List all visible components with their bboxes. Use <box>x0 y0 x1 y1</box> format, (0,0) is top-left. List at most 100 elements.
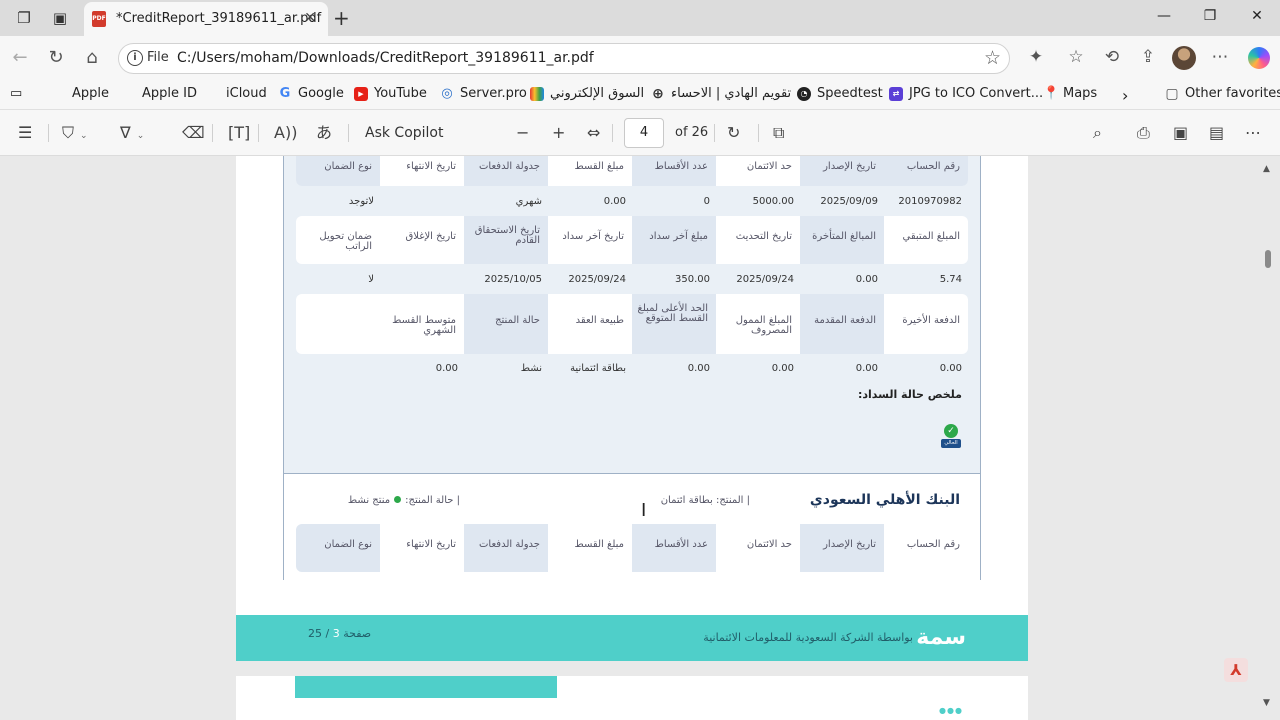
chevron-down-icon[interactable]: ⌄ <box>80 131 88 141</box>
value-cell: 0.00 <box>771 363 794 374</box>
address-input[interactable]: i File C:/Users/moham/Downloads/CreditRe… <box>118 43 1010 74</box>
value-cell: 2025/10/05 <box>484 274 542 285</box>
header-cell: الدفعة الأخيرة <box>902 315 960 326</box>
history-icon[interactable]: ⟲ <box>1100 47 1124 67</box>
minimize-icon[interactable]: — <box>1152 8 1176 24</box>
save-as-icon[interactable]: ▤ <box>1209 124 1224 142</box>
header-row-1: رقم الحساب تاريخ الإصدار حد الائتمان عدد… <box>296 156 968 186</box>
favorite-serverpro[interactable]: ◎ Server.pro <box>440 86 527 101</box>
favorites-icon[interactable]: ☆ <box>1064 47 1088 67</box>
favorite-apple[interactable]: Apple <box>52 86 109 101</box>
header-cell: تاريخ الانتهاء <box>406 161 456 172</box>
favorite-speedtest[interactable]: ◔ Speedtest <box>797 86 883 101</box>
contents-icon[interactable]: ☰ <box>18 124 32 142</box>
zoom-in-icon[interactable]: + <box>552 124 565 142</box>
header-row-3: الدفعة الأخيرة الدفعة المقدمة المبلغ الم… <box>296 294 968 354</box>
share-icon[interactable]: ⇪ <box>1136 47 1160 67</box>
zoom-out-icon[interactable]: − <box>516 124 529 142</box>
favorite-maps[interactable]: 📍 Maps <box>1043 86 1097 101</box>
fit-page-icon[interactable]: ⇔ <box>587 124 600 142</box>
favorites-toggle-icon[interactable]: ▭ <box>10 86 22 101</box>
value-cell: 350.00 <box>675 274 710 285</box>
header-cell: جدولة الدفعات <box>464 156 548 186</box>
close-window-icon[interactable]: ✕ <box>1245 8 1269 24</box>
header-cell: الدفعة المقدمة <box>800 294 884 354</box>
extensions-icon[interactable]: ✦ <box>1024 47 1048 67</box>
tab-actions-icon[interactable]: ▣ <box>50 8 70 28</box>
acrobat-icon[interactable]: ⅄ <box>1224 658 1248 682</box>
apple-icon <box>122 87 136 101</box>
favorite-icloud[interactable]: iCloud <box>206 86 267 101</box>
favorite-other[interactable]: ▢ Other favorites <box>1165 86 1280 101</box>
tab-active[interactable]: PDF *CreditReport_39189611_ar.pdf ✕ <box>84 2 328 36</box>
header-cell: حد الائتمان <box>746 161 792 172</box>
header-cell: نوع الضمان <box>296 524 380 572</box>
value-cell: بطاقة ائتمانية <box>570 363 626 374</box>
read-aloud-icon[interactable]: A)) <box>274 124 297 142</box>
value-cell: نشط <box>520 363 542 374</box>
address-url[interactable]: C:/Users/moham/Downloads/CreditReport_39… <box>177 50 594 66</box>
rotate-icon[interactable]: ↻ <box>727 124 740 142</box>
copilot-icon[interactable] <box>1248 47 1270 69</box>
status-tag: الحالي <box>941 439 961 448</box>
header-row-4: رقم الحساب تاريخ الإصدار حد الائتمان عدد… <box>296 524 968 572</box>
scroll-up-icon[interactable]: ▲ <box>1263 164 1270 174</box>
refresh-icon[interactable]: ↻ <box>44 48 68 68</box>
page-view-icon[interactable]: ⧉ <box>773 124 784 142</box>
pdf-viewer[interactable]: رقم الحساب تاريخ الإصدار حد الائتمان عدد… <box>0 156 1280 720</box>
avatar[interactable] <box>1172 46 1196 70</box>
toolbar-divider <box>612 124 613 142</box>
more-menu-icon[interactable]: ⋯ <box>1208 47 1232 67</box>
address-bar-row: ← ↻ ⌂ i File C:/Users/moham/Downloads/Cr… <box>0 36 1280 80</box>
bank-section: البنك الأهلي السعودي | المنتج: بطاقة ائت… <box>283 474 981 580</box>
print-icon[interactable]: ⎙ <box>1137 124 1150 142</box>
header-cell: رقم الحساب <box>906 539 960 550</box>
search-icon[interactable]: ⌕ <box>1093 124 1102 142</box>
info-icon[interactable]: i <box>127 50 143 66</box>
toolbar-divider <box>212 124 213 142</box>
favorite-jpg-ico[interactable]: ⇄ JPG to ICO Convert... <box>889 86 1043 101</box>
favorite-youtube[interactable]: ▶ YouTube <box>354 86 427 101</box>
page-footer: سمة بواسطة الشركة السعودية للمعلومات الا… <box>236 615 1028 661</box>
scrollbar[interactable]: ▲ ▼ <box>1262 156 1274 720</box>
folder-icon: ▢ <box>1165 85 1179 102</box>
youtube-icon: ▶ <box>354 86 368 101</box>
value-cell: شهري <box>515 196 542 207</box>
draw-icon[interactable]: ∇ ⌄ <box>120 124 144 145</box>
pdf-icon: PDF <box>92 11 106 27</box>
header-cell: تاريخ التحديث <box>735 231 792 242</box>
translate-icon[interactable]: あ <box>316 124 332 142</box>
page-number-input[interactable]: 4 <box>624 118 664 148</box>
back-icon[interactable]: ← <box>8 48 32 68</box>
favorite-google[interactable]: G Google <box>278 86 344 101</box>
workspaces-icon[interactable]: ❐ <box>14 8 34 28</box>
new-tab-icon[interactable]: + <box>333 6 350 30</box>
scroll-thumb[interactable] <box>1265 250 1271 268</box>
highlight-icon[interactable]: ⛉ ⌄ <box>62 124 88 145</box>
apple-icon <box>206 87 220 101</box>
value-cell: 0.00 <box>855 274 878 285</box>
header-cell: تاريخ الانتهاء <box>406 539 456 550</box>
status-label: حالة المنتج: <box>405 495 454 506</box>
close-tab-icon[interactable]: ✕ <box>304 10 316 26</box>
header-cell: عدد الأقساط <box>632 524 716 572</box>
favorite-star-icon[interactable]: ☆ <box>984 47 1001 69</box>
header-cell: نوع الضمان <box>296 156 380 186</box>
favorite-apple-id[interactable]: Apple ID <box>122 86 197 101</box>
restore-icon[interactable]: ❐ <box>1198 8 1222 24</box>
favorite-taqweem[interactable]: ⊕ تقويم الهادي | الاحساء <box>651 86 791 101</box>
status-dot-icon <box>394 496 402 503</box>
text-box-icon[interactable]: [T] <box>228 124 250 142</box>
favorite-souq[interactable]: السوق الإلكتروني <box>530 86 644 101</box>
header-cell: المبلغ المتبقي <box>902 231 960 242</box>
more-options-icon[interactable]: ⋯ <box>1245 124 1261 142</box>
favorites-overflow-icon[interactable]: › <box>1122 86 1128 105</box>
value-cell: لاتوجد <box>348 196 374 207</box>
erase-icon[interactable]: ⌫ <box>182 124 205 142</box>
chevron-down-icon[interactable]: ⌄ <box>137 131 145 141</box>
home-icon[interactable]: ⌂ <box>80 48 104 68</box>
ask-copilot-button[interactable]: Ask Copilot <box>365 125 444 141</box>
save-icon[interactable]: ▣ <box>1173 124 1188 142</box>
page-total-footer: / 25 <box>308 627 330 640</box>
scroll-down-icon[interactable]: ▼ <box>1263 698 1270 708</box>
